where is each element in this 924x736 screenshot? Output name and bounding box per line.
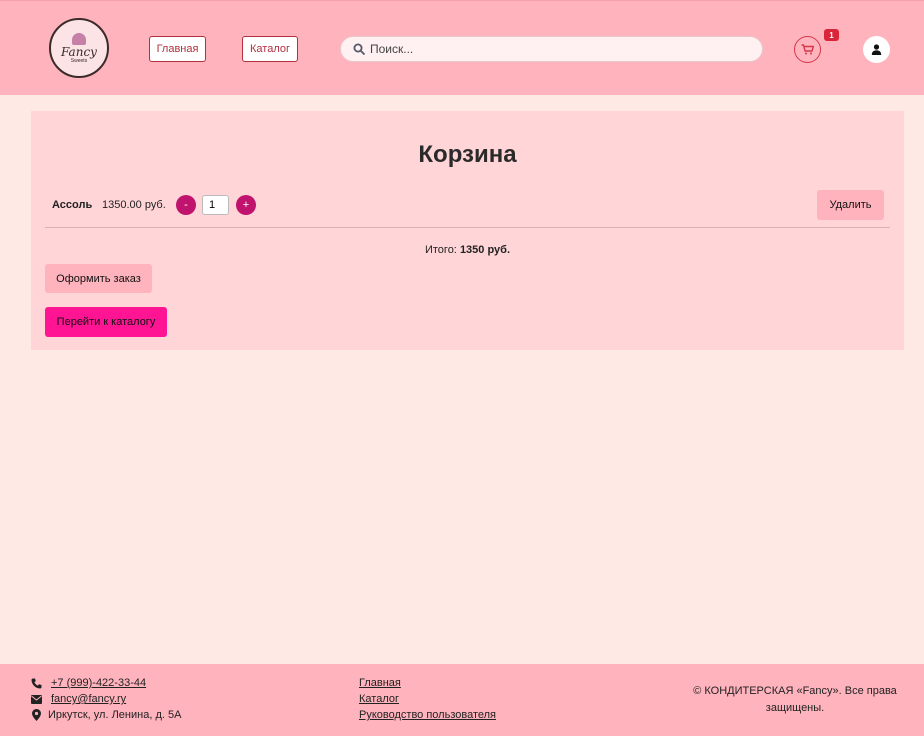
nav-home-button[interactable]: Главная	[149, 36, 206, 62]
logo-sub: Sweets	[70, 57, 88, 64]
total-label: Итого:	[424, 244, 457, 256]
footer: +7 (999)-422-33-44 fancy@fancy.ry Иркутс…	[0, 664, 924, 736]
footer-phone: +7 (999)-422-33-44	[31, 677, 146, 689]
footer-link-catalog[interactable]: Каталог	[359, 693, 399, 705]
phone-link[interactable]: +7 (999)-422-33-44	[51, 677, 146, 689]
cart-total: Итого: 1350 руб.	[31, 244, 904, 256]
cart-panel: Корзина Ассоль 1350.00 руб. - + Удалить …	[31, 111, 904, 350]
phone-icon	[31, 678, 42, 689]
logo[interactable]: Fancy Sweets	[49, 18, 109, 78]
logo-brand: Fancy	[61, 44, 97, 59]
footer-email: fancy@fancy.ry	[31, 693, 126, 705]
user-button[interactable]	[863, 36, 890, 63]
cart-count-badge: 1	[824, 29, 839, 41]
email-link[interactable]: fancy@fancy.ry	[51, 693, 126, 705]
footer-address: Иркутск, ул. Ленина, д. 5А	[31, 709, 181, 721]
nav-catalog-button[interactable]: Каталог	[242, 36, 298, 62]
quantity-input[interactable]	[202, 195, 229, 215]
map-pin-icon	[31, 709, 42, 721]
search-bar	[340, 36, 763, 62]
search-icon	[353, 43, 365, 55]
checkout-button[interactable]: Оформить заказ	[45, 264, 152, 293]
address-text: Иркутск, ул. Ленина, д. 5А	[48, 709, 182, 721]
user-icon	[871, 44, 882, 55]
total-value: 1350 руб.	[459, 244, 511, 256]
page-title: Корзина	[418, 141, 517, 168]
delete-item-button[interactable]: Удалить	[817, 190, 884, 220]
envelope-icon	[31, 694, 42, 705]
footer-link-user-guide[interactable]: Руководство пользователя	[359, 709, 496, 721]
header: Fancy Sweets Главная Каталог 1	[0, 0, 924, 95]
copyright-text: © КОНДИТЕРСКАЯ «Fancy». Все права защище…	[693, 685, 897, 714]
cart-item-price: 1350.00 руб.	[102, 199, 166, 211]
search-input[interactable]	[370, 42, 750, 56]
cart-button[interactable]	[794, 36, 821, 63]
quantity-decrease-button[interactable]: -	[176, 195, 196, 215]
quantity-increase-button[interactable]: +	[236, 195, 256, 215]
go-to-catalog-button[interactable]: Перейти к каталогу	[45, 307, 167, 337]
cupcake-icon	[72, 32, 86, 45]
divider	[45, 227, 890, 228]
footer-link-home[interactable]: Главная	[359, 677, 401, 689]
cart-icon	[801, 44, 814, 55]
cart-item-name: Ассоль	[52, 199, 93, 211]
